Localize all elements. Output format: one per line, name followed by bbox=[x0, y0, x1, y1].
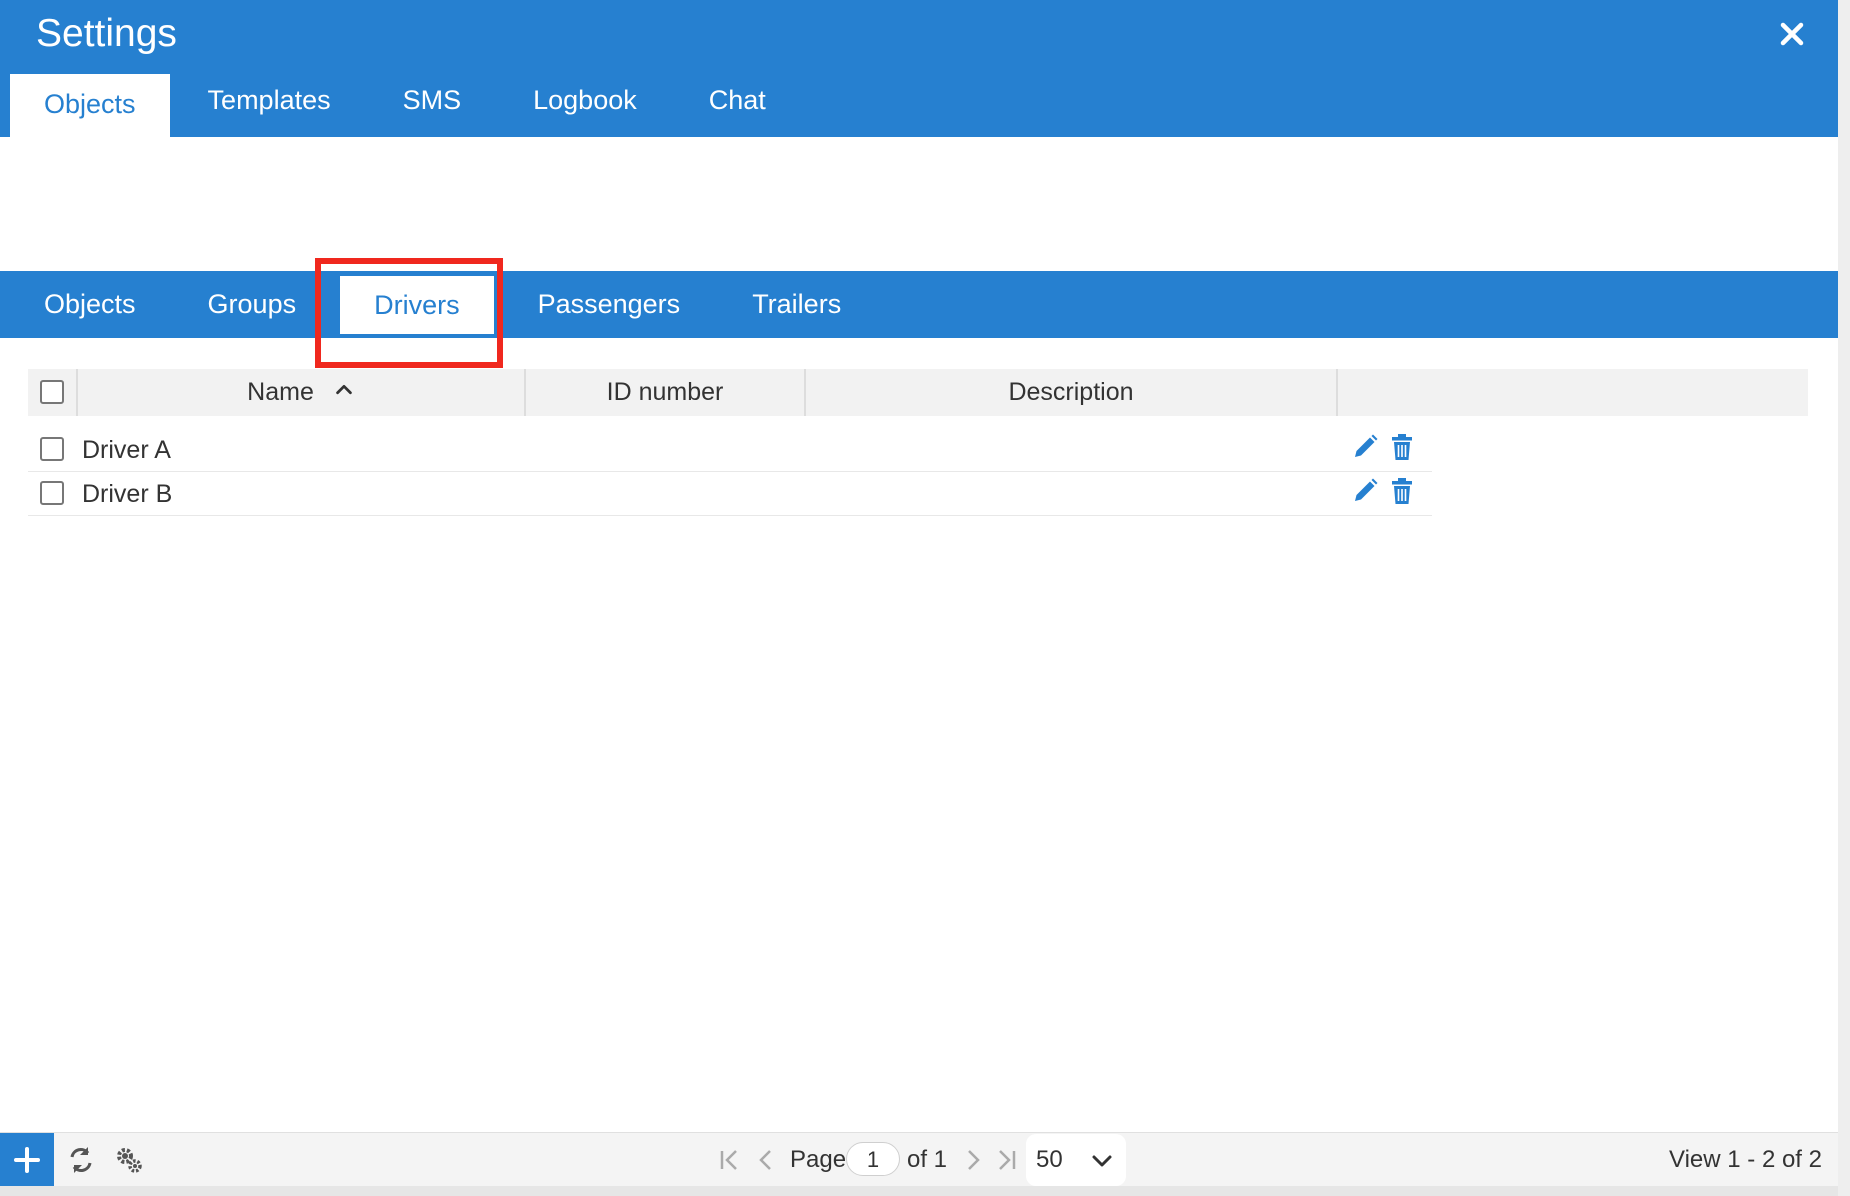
window-title: Settings bbox=[36, 12, 177, 55]
header-select-cell bbox=[28, 369, 78, 416]
column-header-description[interactable]: Description bbox=[806, 369, 1338, 416]
column-header-id-number[interactable]: ID number bbox=[526, 369, 806, 416]
rows-per-page-value: 50 bbox=[1036, 1146, 1063, 1173]
plus-icon bbox=[14, 1147, 40, 1173]
row-checkbox[interactable] bbox=[40, 481, 64, 505]
page-number-input[interactable]: 1 bbox=[846, 1142, 900, 1176]
subtab-objects[interactable]: Objects bbox=[8, 271, 172, 338]
rows-per-page-select[interactable]: 50 bbox=[1026, 1134, 1126, 1186]
settings-window: Settings Objects Templates SMS Logbook C… bbox=[0, 0, 1838, 1187]
last-page-icon[interactable] bbox=[992, 1145, 1022, 1175]
subtab-trailers[interactable]: Trailers bbox=[716, 271, 877, 338]
edit-icon[interactable] bbox=[1350, 432, 1380, 462]
refresh-icon[interactable] bbox=[66, 1145, 96, 1175]
trash-icon[interactable] bbox=[1387, 432, 1417, 462]
tab-chat[interactable]: Chat bbox=[673, 70, 802, 133]
background-map-edge-bottom bbox=[0, 1186, 1838, 1196]
tab-logbook[interactable]: Logbook bbox=[497, 70, 673, 133]
grid-footer: Page 1 of 1 50 View 1 - 2 of 2 bbox=[0, 1132, 1838, 1187]
grid-header: Name ID number Description bbox=[28, 369, 1808, 416]
sub-tab-bar: Objects Groups Drivers Passengers Traile… bbox=[0, 271, 1838, 338]
tab-templates[interactable]: Templates bbox=[172, 70, 367, 133]
column-header-actions bbox=[1338, 369, 1808, 416]
subtab-groups[interactable]: Groups bbox=[172, 271, 333, 338]
page-label: Page bbox=[790, 1146, 847, 1173]
page-count-label: of 1 bbox=[907, 1146, 948, 1173]
chevron-up-icon bbox=[333, 370, 355, 417]
row-checkbox[interactable] bbox=[40, 437, 64, 461]
top-tab-bar: Objects Templates SMS Logbook Chat bbox=[8, 70, 802, 137]
column-header-name[interactable]: Name bbox=[78, 369, 526, 416]
tab-sms[interactable]: SMS bbox=[367, 70, 498, 133]
background-map-edge bbox=[1838, 0, 1850, 1196]
first-page-icon[interactable] bbox=[714, 1145, 744, 1175]
select-all-checkbox[interactable] bbox=[40, 380, 64, 404]
table-row[interactable]: Driver A bbox=[28, 428, 1432, 472]
edit-icon[interactable] bbox=[1350, 476, 1380, 506]
driver-name: Driver A bbox=[82, 436, 171, 464]
close-icon[interactable] bbox=[1772, 14, 1812, 54]
view-records-label: View 1 - 2 of 2 bbox=[1669, 1146, 1822, 1173]
tab-objects[interactable]: Objects bbox=[8, 72, 172, 137]
next-page-icon[interactable] bbox=[958, 1145, 988, 1175]
column-name-label: Name bbox=[247, 378, 314, 406]
previous-page-icon[interactable] bbox=[751, 1145, 781, 1175]
settings-gear-icon[interactable] bbox=[114, 1145, 144, 1175]
table-row[interactable]: Driver B bbox=[28, 472, 1432, 516]
subtab-passengers[interactable]: Passengers bbox=[502, 271, 717, 338]
add-button[interactable] bbox=[0, 1133, 54, 1187]
title-bar: Settings Objects Templates SMS Logbook C… bbox=[0, 0, 1838, 137]
trash-icon[interactable] bbox=[1387, 476, 1417, 506]
chevron-down-icon bbox=[1092, 1155, 1112, 1167]
subtab-drivers[interactable]: Drivers bbox=[340, 276, 494, 334]
driver-name: Driver B bbox=[82, 480, 173, 508]
